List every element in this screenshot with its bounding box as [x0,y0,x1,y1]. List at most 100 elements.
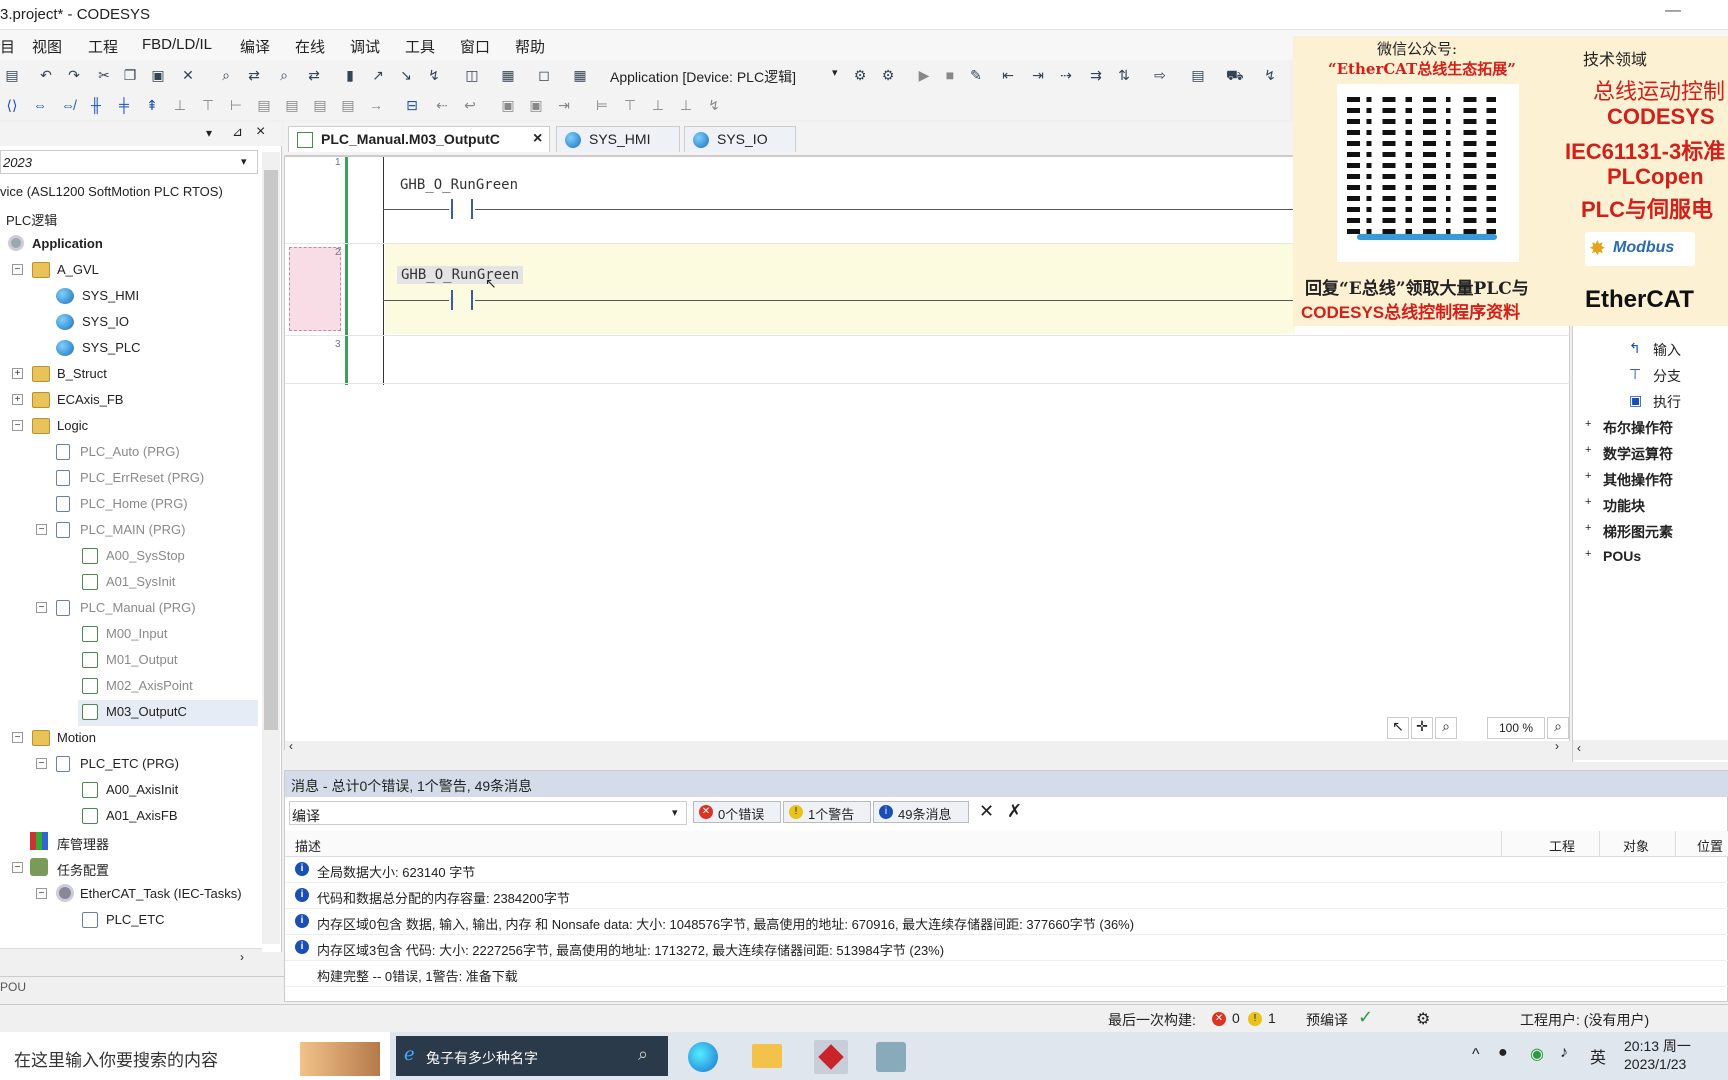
menu-tools[interactable]: 工具 [405,36,435,57]
zoom-level[interactable]: 100 % [1487,717,1545,739]
tree-item-a00-sysstop[interactable]: A00_SysStop [106,548,185,563]
zoom-icon[interactable]: ⌕ [1435,717,1457,739]
monitor-icon[interactable]: ▤ [1190,67,1206,83]
collapse-icon[interactable]: − [36,758,47,769]
menu-debug[interactable]: 调试 [350,36,380,57]
menu-build[interactable]: 编译 [240,36,270,57]
menu-fbd[interactable]: FBD/LD/IL [142,36,212,53]
contact-icon[interactable]: ⟨⟩ [4,97,20,113]
expand-icon[interactable]: + [1585,496,1591,508]
tree-item-logic[interactable]: Logic [57,418,88,433]
clock-time[interactable]: 20:13 周一 [1624,1036,1691,1056]
parallel-icon[interactable]: ⊨ [594,97,610,113]
close-icon[interactable]: × [256,123,265,141]
toolbox-item-execute[interactable]: 执行 [1653,392,1681,412]
chevron-down-icon[interactable]: ▾ [832,66,838,79]
menu-project[interactable]: 工程 [88,36,118,57]
col-object[interactable]: 对象 [1623,836,1649,855]
microphone-icon[interactable]: ● [1498,1044,1508,1062]
bookmark-next-icon[interactable]: ↗ [370,67,386,83]
message-row[interactable]: i 内存区域3包含 代码: 大小: 2227256字节, 最高使用的地址: 17… [285,935,1728,961]
branch-icon[interactable]: ⊢ [228,97,244,113]
tree-item-plc-errreset[interactable]: PLC_ErrReset (PRG) [80,470,204,485]
tree-item-library-manager[interactable]: 库管理器 [57,834,109,853]
tree-item-plc-etc[interactable]: PLC_ETC (PRG) [80,756,179,771]
tree-scrollbar[interactable] [262,152,280,944]
close-tab-icon[interactable]: × [533,130,542,148]
cart-icon[interactable]: ⛟ [1226,67,1244,83]
message-row[interactable]: i 内存区域0包含 数据, 输入, 输出, 内存 和 Nonsafe data:… [285,909,1728,935]
replace-icon[interactable]: ⇄ [246,67,262,83]
rung-selection-marker[interactable] [289,247,341,331]
write-icon[interactable]: ⇨ [1152,67,1168,83]
chevron-down-icon[interactable]: ▾ [672,806,678,819]
pan-icon[interactable]: ✛ [1411,717,1433,739]
contact-parallel-icon[interactable]: ⇔ [32,97,48,113]
open-branch-icon[interactable]: ⊥ [650,97,666,113]
chevron-down-icon[interactable]: ▾ [241,155,247,168]
tab-sys-hmi[interactable]: SYS_HMI [556,126,680,152]
col-project[interactable]: 工程 [1549,836,1575,855]
box-icon[interactable]: ▤ [256,97,272,113]
menu-help[interactable]: 帮助 [515,36,545,57]
delete-icon[interactable]: ✕ [180,67,196,83]
tree-filter[interactable]: 2023 ▾ [0,150,258,174]
toolbox-item-branch[interactable]: 分支 [1653,366,1681,386]
tree-item-plc-manual[interactable]: PLC_Manual (PRG) [80,600,196,615]
app-icon[interactable] [876,1042,906,1072]
tab-plc-manual-m03[interactable]: PLC_Manual.M03_OutputC × [288,126,550,152]
expand-icon[interactable]: + [1585,418,1591,430]
set-output-icon[interactable]: ↯ [706,97,722,113]
bookmark-icon[interactable]: ▮ [342,67,358,83]
chevron-left-icon[interactable]: ‹ [289,739,293,753]
close-branch-icon[interactable]: ⊥ [678,97,694,113]
chevron-left-icon[interactable]: ‹ [1577,741,1581,755]
tab-pou[interactable]: POU [0,980,26,994]
menu-window[interactable]: 窗口 [460,36,490,57]
cut-icon[interactable]: ✂ [96,67,112,83]
message-row[interactable]: i 全局数据大小: 623140 字节 [285,857,1728,883]
tree-item-task-config[interactable]: 任务配置 [57,860,109,879]
undo-icon[interactable]: ↶ [38,67,54,83]
step-into-icon[interactable]: ⇥ [1030,67,1046,83]
input-language[interactable]: 英 [1590,1044,1606,1068]
file-explorer-icon[interactable] [752,1044,782,1068]
errors-filter-button[interactable]: ✕ 0个错误 [693,801,781,823]
tree-item-a00-axisinit[interactable]: A00_AxisInit [106,782,178,797]
rising-edge-icon[interactable]: ⊥ [172,97,188,113]
warnings-filter-button[interactable]: ! 1个警告 [783,801,871,823]
tree-item-plc-main[interactable]: PLC_MAIN (PRG) [80,522,185,537]
step-icon[interactable]: ⇤ [1000,67,1016,83]
tray-chevron-up-icon[interactable]: ^ [1472,1046,1480,1064]
pointer-icon[interactable]: ↖ [1387,717,1409,739]
toolbox-item-input[interactable]: 输入 [1653,340,1681,360]
expand-icon[interactable]: + [1585,444,1591,456]
label-icon[interactable]: ↩ [462,97,478,113]
tree-hscrollbar[interactable]: › [0,948,262,966]
contact-variable[interactable]: GHB_O_RunGreen [400,177,518,193]
tree-item-plc-logic[interactable]: PLC逻辑 [6,210,57,229]
paste-icon[interactable]: ▣ [150,67,166,83]
chevron-down-icon[interactable]: ▾ [206,126,212,140]
tree-item-device[interactable]: vice (ASL1200 SoftMotion PLC RTOS) [0,184,223,199]
tab-sys-io[interactable]: SYS_IO [684,126,796,152]
toolbox-group-pous[interactable]: POUs [1603,548,1641,564]
contact-symbol[interactable] [451,290,454,310]
tree-item-plc-home[interactable]: PLC_Home (PRG) [80,496,188,511]
application-selector[interactable]: Application [Device: PLC逻辑] [610,67,796,87]
set-coil-icon[interactable]: ╪ [116,97,132,113]
editor-hscrollbar[interactable] [285,741,1571,751]
expand-icon[interactable]: + [1585,470,1591,482]
serial-icon[interactable]: ⊤ [622,97,638,113]
jump-icon[interactable]: ▤ [340,97,356,113]
tree-item-m00-input[interactable]: M00_Input [106,626,167,641]
tree-item-motion[interactable]: Motion [57,730,96,745]
bookmark-prev-icon[interactable]: ↘ [398,67,414,83]
tray-app-icon[interactable]: ◉ [1530,1044,1544,1064]
expand-icon[interactable]: + [1585,522,1591,534]
col-description[interactable]: 描述 [295,836,321,855]
tree-item-sys-io[interactable]: SYS_IO [82,314,129,329]
collapse-icon[interactable]: − [12,862,23,873]
menu-view[interactable]: 视图 [32,36,62,57]
chevron-right-icon[interactable]: › [240,950,244,964]
